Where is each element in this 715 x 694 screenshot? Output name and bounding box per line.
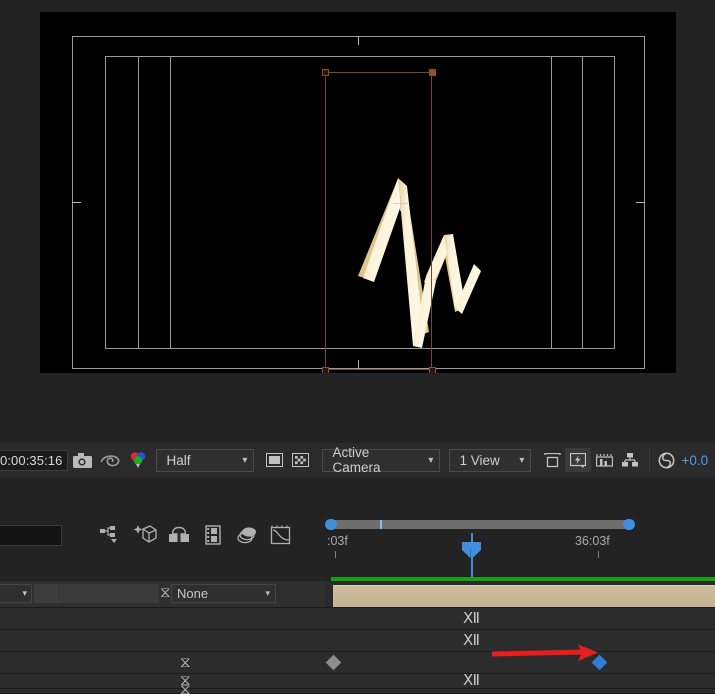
chevron-down-icon: ▾ xyxy=(242,454,248,466)
composition-canvas[interactable] xyxy=(40,12,676,373)
fast-previews-button[interactable] xyxy=(565,448,592,472)
property-row-1[interactable]: Ⅻ xyxy=(0,608,715,630)
show-channel-icon[interactable] xyxy=(124,446,152,474)
composition-mini-flowchart-icon[interactable] xyxy=(94,520,128,550)
center-tick-top xyxy=(358,36,359,45)
property-row-3-controls: ⧖ xyxy=(0,672,325,689)
show-snapshot-icon[interactable] xyxy=(96,446,124,474)
parent-pickwhip-icon[interactable]: ⧖ xyxy=(160,584,171,601)
layer-track-area[interactable] xyxy=(325,577,715,607)
time-navigator-start-handle[interactable] xyxy=(325,519,337,530)
property-row-keyframed[interactable]: ⧖ xyxy=(0,652,715,674)
camera-view-select[interactable]: Active Camera ▾ xyxy=(322,445,441,475)
search-input[interactable] xyxy=(0,524,62,546)
bbox-handle-bottom-right[interactable] xyxy=(429,367,436,373)
ruler-tick-left xyxy=(335,551,336,558)
hide-shy-layers-icon[interactable] xyxy=(162,520,196,550)
timeline-toolbar xyxy=(0,515,325,555)
after-effects-window: 0:00:35:16 Half ▾ Active Camera ▾ 1 View… xyxy=(0,0,715,694)
guide-line-1 xyxy=(138,56,139,349)
chevron-down-icon: ▾ xyxy=(519,454,525,466)
property-row-4-controls: ⧖ xyxy=(0,681,325,694)
motion-blur-icon[interactable] xyxy=(230,520,264,550)
property-row-keyframed-controls: ⧖ xyxy=(0,652,325,673)
current-time-field[interactable]: 0:00:35:16 xyxy=(0,449,69,471)
layer-bounding-box[interactable] xyxy=(322,69,436,373)
layer-row[interactable]: l ▾ ⧖ None ▾ xyxy=(0,577,715,608)
layer-row-controls: l ▾ ⧖ None ▾ xyxy=(0,581,325,607)
view-layout-select[interactable]: 1 View ▾ xyxy=(449,448,532,472)
guide-line-4 xyxy=(582,56,583,349)
trkmat-swatch[interactable] xyxy=(34,584,58,603)
chevron-down-icon: ▾ xyxy=(428,454,434,466)
time-navigator-marker xyxy=(380,520,382,529)
viewer-toolbar: 0:00:35:16 Half ▾ Active Camera ▾ 1 View… xyxy=(0,443,715,477)
time-navigator-track[interactable] xyxy=(331,520,625,529)
resolution-label: Half xyxy=(166,452,191,468)
camera-view-label: Active Camera xyxy=(332,445,381,475)
toolbar-divider xyxy=(649,449,651,471)
guide-line-3 xyxy=(551,56,552,349)
keyframe-navigator-icon[interactable]: Ⅻ xyxy=(463,609,480,628)
center-tick-right xyxy=(636,202,645,203)
exposure-value[interactable]: +0.0 xyxy=(681,453,708,468)
ruler-label-right: 36:03f xyxy=(575,534,610,548)
guide-line-2 xyxy=(170,56,171,349)
property-row-3[interactable]: ⧖ Ⅻ xyxy=(0,671,715,690)
resolution-select[interactable]: Half ▾ xyxy=(156,448,255,472)
parent-link-label: None xyxy=(177,586,209,601)
blending-mode-select[interactable]: l ▾ xyxy=(0,584,32,603)
graph-editor-icon[interactable] xyxy=(264,520,298,550)
bbox-handle-top-right[interactable] xyxy=(429,69,436,76)
timeline-button[interactable] xyxy=(591,448,617,472)
property-track-1[interactable]: Ⅻ xyxy=(325,608,715,629)
take-snapshot-icon[interactable] xyxy=(68,446,96,474)
time-navigator-end-handle[interactable] xyxy=(623,519,635,530)
parent-link-select[interactable]: None ▾ xyxy=(171,584,276,603)
time-ruler[interactable]: :03f 36:03f xyxy=(325,532,715,560)
view-layout-label: 1 View xyxy=(459,452,500,468)
stopwatch-icon[interactable]: ⧖ xyxy=(180,681,191,694)
toggle-transparency-grid-button[interactable] xyxy=(287,448,313,472)
keyframe-navigator-icon[interactable]: Ⅻ xyxy=(463,671,480,690)
anchor-point-icon[interactable] xyxy=(393,196,408,211)
bbox-handle-top-left[interactable] xyxy=(322,69,329,76)
property-track-3[interactable]: Ⅻ xyxy=(325,671,715,690)
time-navigator[interactable] xyxy=(325,519,635,530)
keyframe-navigator-icon[interactable]: Ⅻ xyxy=(463,631,480,650)
center-tick-left xyxy=(72,202,81,203)
ruler-tick-right xyxy=(598,551,599,558)
bbox-handle-bottom-left[interactable] xyxy=(322,367,329,373)
property-row-4[interactable]: ⧖ xyxy=(0,681,715,694)
layer-green-indicator xyxy=(331,577,715,581)
red-arrow-annotation xyxy=(491,644,598,661)
layer-duration-bar[interactable] xyxy=(333,585,715,607)
ruler-label-left: :03f xyxy=(327,534,348,548)
property-row-2[interactable]: Ⅻ xyxy=(0,630,715,652)
frame-blending-icon[interactable] xyxy=(196,520,230,550)
draft-3d-icon[interactable] xyxy=(128,520,162,550)
chevron-down-icon: ▾ xyxy=(265,588,270,598)
chevron-down-icon: ▾ xyxy=(22,588,27,598)
toggle-pixel-aspect-correction-button[interactable] xyxy=(539,448,565,472)
reset-exposure-button[interactable] xyxy=(653,448,679,472)
stopwatch-icon[interactable]: ⧖ xyxy=(180,654,191,671)
keyframe-grey[interactable] xyxy=(325,654,342,671)
region-of-interest-button[interactable] xyxy=(261,448,287,472)
composition-viewer-panel xyxy=(0,0,715,376)
comp-flowchart-button[interactable] xyxy=(617,448,643,472)
